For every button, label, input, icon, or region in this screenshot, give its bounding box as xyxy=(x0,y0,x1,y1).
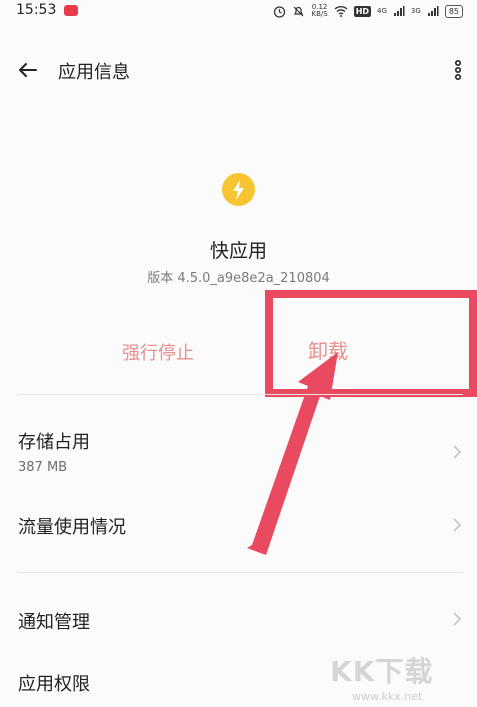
notification-row[interactable]: 通知管理 xyxy=(0,590,477,650)
row-label: 通知管理 xyxy=(18,612,90,633)
back-arrow-icon[interactable] xyxy=(14,56,42,84)
notification-app-icon xyxy=(64,5,78,16)
highlight-box xyxy=(265,290,477,397)
mute-icon xyxy=(294,6,304,16)
more-options-icon[interactable] xyxy=(446,56,470,84)
storage-row[interactable]: 存储占用 387 MB xyxy=(0,410,477,486)
row-label: 存储占用 xyxy=(18,432,90,453)
wifi-icon xyxy=(334,6,348,17)
network-3g: 3G xyxy=(410,7,421,15)
signal-icon xyxy=(393,6,405,16)
status-icons: 0.12 KB/S HD 4G 3G 85 xyxy=(273,3,463,19)
status-time: 15:53 xyxy=(16,2,57,18)
force-stop-button[interactable]: 强行停止 xyxy=(122,339,194,365)
watermark-url: www.kkx.net xyxy=(352,690,423,703)
row-value: 387 MB xyxy=(18,460,68,475)
data-usage-row[interactable]: 流量使用情况 xyxy=(0,496,477,556)
alarm-icon xyxy=(274,5,286,18)
divider xyxy=(18,394,463,395)
lightning-icon xyxy=(233,180,244,200)
divider xyxy=(18,572,463,573)
signal-icon-2 xyxy=(427,6,439,16)
status-bar: 15:53 0.12 KB/S HD 4G 3G 85 xyxy=(0,0,477,22)
network-4g: 4G xyxy=(377,7,387,15)
net-speed: 0.12 KB/S xyxy=(311,3,328,18)
app-version: 版本 4.5.0_a9e8e2a_210804 xyxy=(147,271,330,286)
chevron-right-icon xyxy=(453,445,462,459)
page-title: 应用信息 xyxy=(58,62,130,83)
app-name: 快应用 xyxy=(209,240,267,262)
row-label: 应用权限 xyxy=(18,674,90,695)
app-bar: 应用信息 xyxy=(0,50,477,90)
watermark: KK下载 www.kkx.net xyxy=(330,650,434,703)
watermark-logo: KK下载 xyxy=(330,655,434,688)
chevron-right-icon xyxy=(453,518,462,532)
battery-indicator: 85 xyxy=(444,4,463,18)
app-icon xyxy=(222,173,255,206)
chevron-right-icon xyxy=(453,612,462,626)
hd-badge: HD xyxy=(353,5,372,17)
row-label: 流量使用情况 xyxy=(18,517,126,538)
